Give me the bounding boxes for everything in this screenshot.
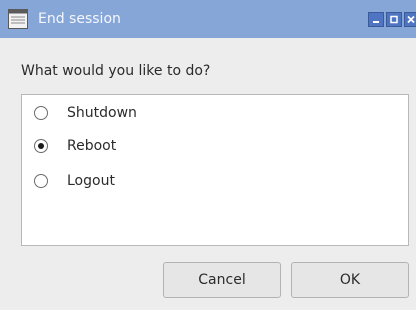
option-label: Shutdown [67,105,137,121]
ok-button[interactable]: OK [291,262,409,298]
reboot-radio[interactable] [34,139,48,153]
dialog-prompt: What would you like to do? [21,63,211,79]
minimize-button[interactable] [368,12,384,27]
close-icon [407,15,415,24]
window-app-icon [8,9,28,29]
options-list: Shutdown Reboot Logout [21,94,409,246]
close-button[interactable] [404,12,416,27]
logout-radio[interactable] [34,174,48,188]
maximize-button[interactable] [386,12,402,27]
shutdown-radio[interactable] [34,106,48,120]
maximize-icon [390,15,398,24]
option-label: Reboot [67,138,117,154]
cancel-button[interactable]: Cancel [163,262,281,298]
window-title: End session [38,11,121,27]
title-bar[interactable]: End session [0,0,416,38]
minimize-icon [373,21,379,23]
option-label: Logout [67,173,115,189]
end-session-dialog: End session What would you like to do? S… [0,0,416,310]
